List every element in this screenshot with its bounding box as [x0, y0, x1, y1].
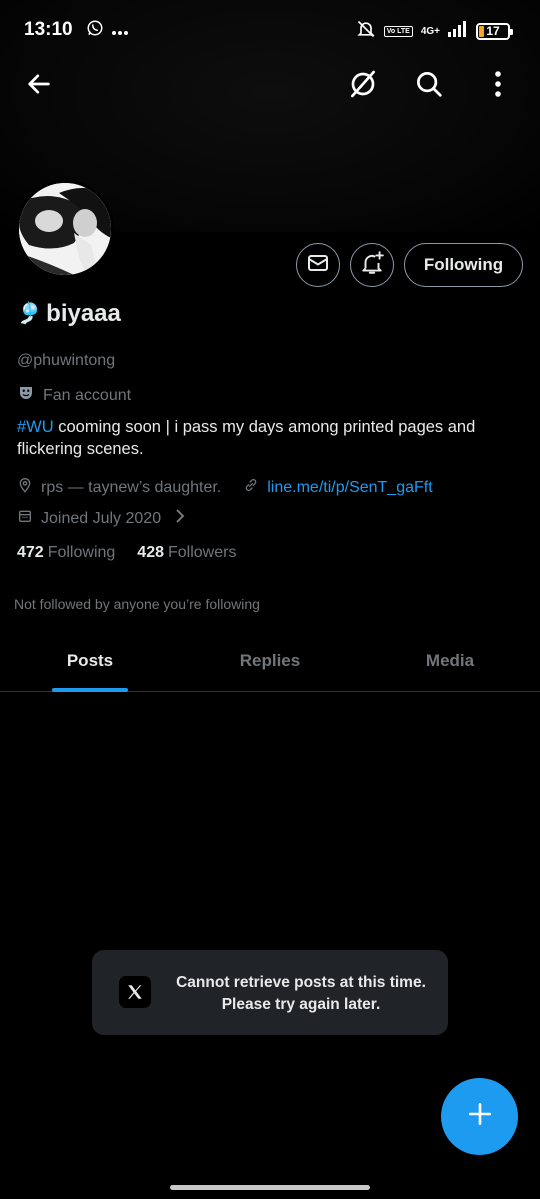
theater-masks-icon [17, 384, 35, 407]
error-toast: Cannot retrieve posts at this time. Plea… [92, 950, 448, 1035]
category-text: Fan account [43, 386, 132, 404]
network-type: 4G+ [420, 25, 440, 37]
calendar-icon [17, 508, 33, 529]
data-saver-button[interactable] [341, 64, 385, 108]
profile-category: Fan account [17, 384, 131, 407]
following-button[interactable]: Following [404, 243, 523, 287]
display-name: 🎐 biyaaa [16, 300, 121, 328]
plus-icon [467, 1101, 493, 1132]
active-tab-indicator [52, 688, 128, 692]
joined-text: Joined July 2020 [41, 509, 162, 527]
following-stat[interactable]: 472 Following [17, 544, 115, 562]
more-options-button[interactable] [476, 64, 520, 108]
tab-posts[interactable]: Posts [0, 630, 180, 692]
location-link-row: rps — taynew’s daughter. line.me/ti/p/Se… [17, 477, 433, 498]
arrow-left-icon [25, 70, 53, 103]
back-button[interactable] [17, 64, 61, 108]
mail-icon [306, 251, 330, 280]
user-handle: @phuwintong [17, 352, 116, 369]
profile-screen: 13:10 Vo LTE 4G+ 17 Following 🎐 biyaaa @… [0, 0, 540, 1199]
wind-chime-emoji: 🎐 [16, 302, 43, 325]
status-time: 13:10 [24, 19, 73, 40]
no-data-saver-icon [347, 68, 379, 105]
more-vertical-icon [495, 70, 501, 102]
bell-muted-icon [356, 19, 376, 44]
tab-replies[interactable]: Replies [180, 630, 360, 691]
tab-media[interactable]: Media [360, 630, 540, 691]
follow-stats: 472 Following 428 Followers [17, 544, 236, 562]
link-icon [243, 477, 259, 498]
joined-row[interactable]: Joined July 2020 [17, 508, 185, 529]
home-indicator[interactable] [170, 1185, 370, 1190]
top-navigation [0, 60, 540, 112]
signal-icon [448, 21, 468, 42]
notifications-button[interactable] [350, 243, 394, 287]
battery-indicator: 17 [476, 23, 513, 40]
display-name-text: biyaaa [46, 300, 121, 327]
status-bar: 13:10 Vo LTE 4G+ 17 [0, 0, 540, 60]
not-followed-notice: Not followed by anyone you’re following [14, 596, 260, 612]
location-pin-icon [17, 477, 33, 498]
volte-badge: Vo LTE [383, 26, 413, 37]
x-logo-icon [119, 976, 151, 1008]
chevron-right-icon [175, 509, 185, 528]
followers-stat[interactable]: 428 Followers [137, 544, 236, 562]
message-button[interactable] [296, 243, 340, 287]
toast-message: Cannot retrieve posts at this time. Plea… [176, 974, 426, 1013]
avatar[interactable] [16, 180, 114, 278]
profile-bio: #WU cooming soon | i pass my days among … [17, 416, 507, 460]
profile-link[interactable]: line.me/ti/p/SenT_gaFft [267, 479, 432, 497]
search-button[interactable] [407, 64, 451, 108]
search-icon [414, 69, 444, 104]
compose-post-button[interactable] [441, 1078, 518, 1155]
more-notifications-icon [112, 22, 128, 40]
whatsapp-icon [86, 19, 104, 42]
bio-hashtag[interactable]: #WU [17, 418, 54, 436]
bell-plus-icon [359, 250, 385, 281]
profile-tabs: Posts Replies Media [0, 630, 540, 692]
bio-text: cooming soon | i pass my days among prin… [17, 418, 476, 458]
location-text: rps — taynew’s daughter. [41, 478, 222, 496]
